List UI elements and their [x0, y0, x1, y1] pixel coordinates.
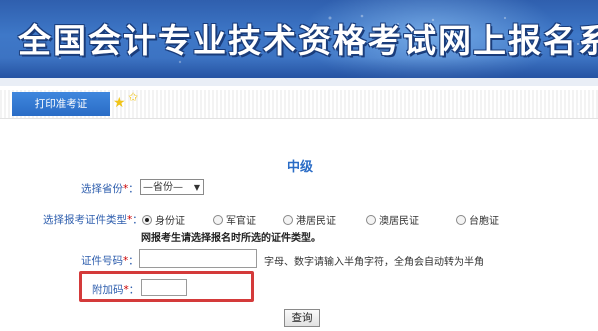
extra-code-input[interactable]: [141, 279, 187, 296]
id-type-label: 选择报考证件类型*：: [43, 212, 143, 227]
label-colon: ：: [128, 255, 139, 267]
province-label: 选择省份*：: [81, 181, 139, 196]
banner-title: 全国会计专业技术资格考试网上报名系统: [18, 21, 598, 60]
radio-label: 澳居民证: [379, 216, 419, 227]
id-type-hint: 网报考生请选择报名时所选的证件类型。: [141, 233, 321, 244]
id-type-label-text: 选择报考证件类型: [43, 214, 127, 226]
extra-code-label: 附加码*：: [92, 282, 139, 297]
label-colon: ：: [128, 284, 140, 296]
query-button[interactable]: 查询: [284, 309, 320, 327]
id-number-input[interactable]: [139, 249, 257, 268]
radio-button[interactable]: [283, 215, 293, 225]
province-select[interactable]: —省份— ▼: [140, 179, 204, 195]
province-selected-value: —省份—: [143, 182, 183, 193]
extra-code-label-text: 附加码: [92, 284, 124, 296]
star-icon: ✩: [128, 90, 139, 104]
radio-macao-resident-card[interactable]: 澳居民证: [366, 212, 419, 227]
id-number-label-text: 证件号码: [81, 255, 123, 267]
radio-officer-card[interactable]: 军官证: [213, 212, 256, 227]
header-banner: 全国会计专业技术资格考试网上报名系统: [0, 0, 598, 78]
radio-button[interactable]: [456, 215, 466, 225]
id-number-label: 证件号码*：: [81, 253, 139, 268]
id-number-note: 字母、数字请输入半角字符，全角会自动转为半角: [264, 257, 484, 268]
radio-label: 身份证: [155, 216, 185, 227]
radio-button-checked[interactable]: [142, 215, 152, 225]
label-colon: ：: [128, 183, 139, 195]
star-icon: ★: [113, 95, 126, 111]
radio-id-card[interactable]: 身份证: [142, 212, 185, 227]
dropdown-arrow-icon: ▼: [193, 183, 200, 192]
radio-button[interactable]: [366, 215, 376, 225]
radio-label: 港居民证: [296, 216, 336, 227]
radio-label: 台胞证: [469, 216, 499, 227]
radio-label: 军官证: [226, 216, 256, 227]
radio-hk-resident-card[interactable]: 港居民证: [283, 212, 336, 227]
banner-bottom-bar: [0, 78, 598, 86]
radio-taiwan-compatriot-card[interactable]: 台胞证: [456, 212, 499, 227]
province-label-text: 选择省份: [81, 183, 123, 195]
exam-level-title: 中级: [286, 160, 313, 175]
tab-print-admission-ticket[interactable]: 打印准考证: [12, 92, 110, 116]
radio-button[interactable]: [213, 215, 223, 225]
